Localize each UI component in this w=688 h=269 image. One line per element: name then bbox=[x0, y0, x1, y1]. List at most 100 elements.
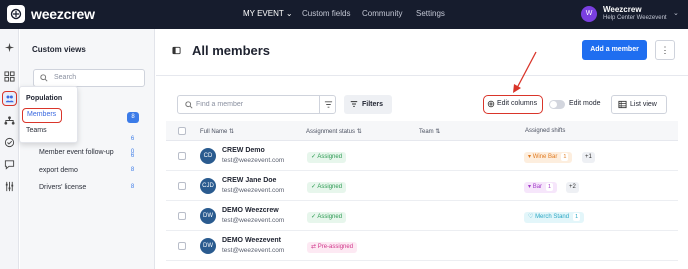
row-checkbox[interactable] bbox=[178, 242, 186, 250]
find-member-search[interactable] bbox=[177, 95, 336, 114]
chevron-down-icon: ⌄ bbox=[285, 9, 293, 18]
nav-custom-fields[interactable]: Custom fields bbox=[302, 9, 350, 18]
member-avatar: CJD bbox=[200, 178, 216, 194]
member-name[interactable]: CREW Demo bbox=[222, 147, 265, 154]
view-count: 8 bbox=[130, 167, 135, 173]
member-name[interactable]: DEMO Weezcrew bbox=[222, 207, 279, 214]
custom-views-panel: Custom views Search 6 6 Member event fol… bbox=[20, 29, 155, 269]
population-popup: Population Members Teams bbox=[19, 86, 78, 143]
org-chart-icon[interactable] bbox=[4, 115, 15, 126]
table-row[interactable]: CJD CREW Jane Doe test@weezevent.com ✓ A… bbox=[166, 172, 678, 201]
more-options-button[interactable]: ⋮ bbox=[655, 40, 675, 60]
table-header: Full Name ⇅ Assignment status ⇅ Team ⇅ A… bbox=[166, 121, 678, 141]
status-badge: ✓ Assigned bbox=[307, 152, 347, 163]
chevron-down-icon[interactable]: ⌄ bbox=[673, 9, 679, 17]
weezcrew-logo-icon[interactable] bbox=[7, 5, 25, 23]
view-count: 8 bbox=[130, 184, 135, 190]
chat-icon[interactable] bbox=[4, 159, 15, 170]
top-bar: weezcrew MY EVENT ⌄ Custom fields Commun… bbox=[0, 0, 688, 29]
check-circle-icon[interactable] bbox=[4, 137, 15, 148]
sort-icon[interactable]: ⇅ bbox=[435, 129, 440, 135]
nav-my-event[interactable]: MY EVENT ⌄ bbox=[243, 9, 293, 18]
account-subtitle: Help Center Weezevent bbox=[603, 15, 667, 21]
filter-icon: ▾ bbox=[528, 154, 532, 160]
toggle-knob bbox=[550, 101, 557, 108]
settings-sliders-icon[interactable] bbox=[4, 181, 15, 192]
check-icon: ✓ bbox=[311, 184, 317, 190]
select-all-checkbox[interactable] bbox=[178, 127, 186, 135]
view-count: 6 bbox=[130, 136, 135, 142]
column-header-full-name[interactable]: Full Name ⇅ bbox=[200, 128, 234, 135]
filter-lines-icon bbox=[324, 101, 333, 108]
column-header-team[interactable]: Team ⇅ bbox=[419, 128, 440, 135]
shield-icon: ♡ bbox=[528, 214, 534, 220]
table-row[interactable]: DW DEMO Weezevent test@weezevent.com ⇄ P… bbox=[166, 232, 678, 261]
member-email: test@weezevent.com bbox=[222, 217, 285, 224]
view-item[interactable]: export demo bbox=[39, 167, 78, 174]
view-item[interactable]: Member event follow-up bbox=[39, 149, 114, 156]
column-header-assigned-shifts: Assigned shifts bbox=[525, 128, 566, 134]
population-icon[interactable] bbox=[2, 91, 17, 106]
filters-button[interactable]: Filters bbox=[344, 95, 392, 114]
sparkle-icon[interactable] bbox=[4, 42, 15, 53]
sort-icon[interactable]: ⇅ bbox=[357, 129, 362, 135]
account-avatar[interactable]: W bbox=[581, 6, 597, 22]
shift-tag: ▾ Bar 1 bbox=[524, 182, 558, 193]
divider bbox=[156, 75, 688, 76]
member-avatar: DW bbox=[200, 238, 216, 254]
member-email: test@weezevent.com bbox=[222, 157, 285, 164]
edit-mode-toggle[interactable] bbox=[549, 100, 565, 109]
check-icon: ✓ bbox=[311, 214, 317, 220]
search-options-button[interactable] bbox=[319, 96, 336, 113]
filter-icon: ▾ bbox=[528, 184, 532, 190]
column-header-assignment-status[interactable]: Assignment status ⇅ bbox=[306, 128, 362, 135]
view-count: 0 bbox=[130, 149, 135, 155]
account-name[interactable]: Weezcrew bbox=[603, 5, 642, 14]
shift-tag: ♡ Merch Stand 1 bbox=[524, 212, 585, 223]
edit-mode-label: Edit mode bbox=[569, 100, 601, 107]
list-icon bbox=[618, 100, 627, 109]
popup-item-teams[interactable]: Teams bbox=[26, 127, 47, 134]
edit-columns-button[interactable]: Edit columns bbox=[483, 95, 543, 114]
list-view-button[interactable]: List view bbox=[611, 95, 667, 114]
brand-name: weezcrew bbox=[31, 6, 95, 22]
views-search-input[interactable]: Search bbox=[33, 69, 145, 87]
member-avatar: CD bbox=[200, 148, 216, 164]
search-icon bbox=[40, 74, 48, 82]
popup-item-members[interactable]: Members bbox=[22, 108, 62, 123]
sidebar-toggle-icon[interactable] bbox=[172, 46, 181, 55]
row-checkbox[interactable] bbox=[178, 182, 186, 190]
table-row[interactable]: DW DEMO Weezcrew test@weezevent.com ✓ As… bbox=[166, 202, 678, 231]
shift-tag: ▾ Wine Bar 1 bbox=[524, 152, 573, 163]
search-icon bbox=[185, 101, 193, 109]
popup-title: Population bbox=[26, 95, 63, 102]
more-shifts-badge[interactable]: +2 bbox=[566, 182, 579, 193]
custom-views-title: Custom views bbox=[32, 45, 86, 54]
status-badge: ✓ Assigned bbox=[307, 182, 347, 193]
arrow-annotation-icon bbox=[513, 51, 537, 93]
pre-assigned-icon: ⇄ bbox=[311, 244, 317, 250]
view-count-badge: 8 bbox=[127, 112, 139, 123]
member-email: test@weezevent.com bbox=[222, 187, 285, 194]
check-icon: ✓ bbox=[311, 154, 317, 160]
view-item[interactable]: Drivers' license bbox=[39, 184, 86, 191]
add-member-button[interactable]: Add a member bbox=[582, 40, 647, 60]
grid-icon[interactable] bbox=[4, 71, 15, 82]
gear-icon bbox=[487, 100, 495, 108]
member-avatar: DW bbox=[200, 208, 216, 224]
member-email: test@weezevent.com bbox=[222, 247, 285, 254]
member-name[interactable]: DEMO Weezevent bbox=[222, 237, 281, 244]
more-shifts-badge[interactable]: +1 bbox=[582, 152, 595, 163]
sort-icon[interactable]: ⇅ bbox=[229, 129, 234, 135]
row-checkbox[interactable] bbox=[178, 152, 186, 160]
icon-rail bbox=[0, 29, 19, 269]
filter-icon bbox=[350, 101, 358, 107]
nav-settings[interactable]: Settings bbox=[416, 9, 445, 18]
row-checkbox[interactable] bbox=[178, 212, 186, 220]
nav-community[interactable]: Community bbox=[362, 9, 402, 18]
member-name[interactable]: CREW Jane Doe bbox=[222, 177, 276, 184]
page-title: All members bbox=[192, 43, 271, 58]
status-badge: ⇄ Pre-assigned bbox=[307, 242, 358, 253]
table-row[interactable]: CD CREW Demo test@weezevent.com ✓ Assign… bbox=[166, 142, 678, 171]
find-member-input[interactable] bbox=[196, 96, 316, 113]
